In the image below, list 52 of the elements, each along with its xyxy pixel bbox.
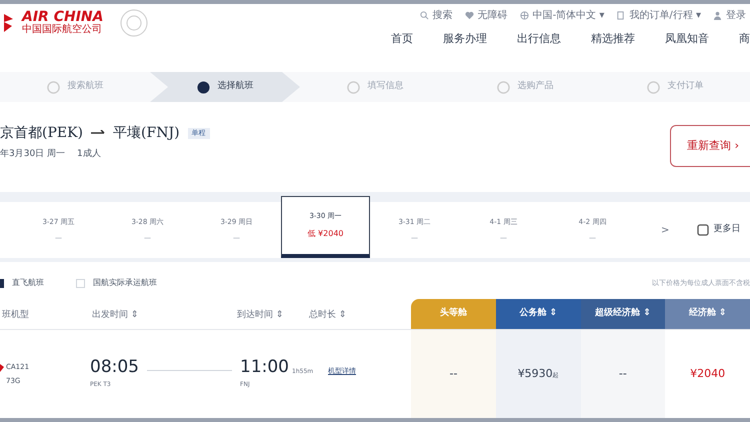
alliance-emblem-icon (119, 8, 150, 38)
fare-price[interactable]: -- (449, 366, 458, 382)
nav-link[interactable]: 精选推荐 (591, 31, 635, 48)
column-header[interactable]: 总时长 ⇕ (307, 309, 397, 323)
step-label: 支付订单 (600, 72, 750, 102)
check-circle-icon (46, 80, 60, 94)
nav-link[interactable]: 出行信息 (517, 31, 561, 48)
column-header[interactable]: 到达时间 ⇕ (235, 309, 307, 323)
search-icon (420, 11, 429, 20)
cabin-header[interactable]: 经济舱 ⇕ (665, 299, 750, 329)
document-icon (616, 11, 626, 20)
utility-link[interactable]: 我的订单/行程 ▾ (616, 8, 701, 23)
fare-price[interactable]: -- (618, 366, 627, 382)
logo-text: AIR CHINA (22, 10, 104, 24)
utility-link[interactable]: 搜索 (420, 8, 453, 23)
globe-icon (520, 11, 529, 20)
cabin-header[interactable]: 超级经济舱 ⇕ (580, 299, 666, 329)
nav-link[interactable]: 服务办理 (443, 31, 487, 48)
check-circle-icon (646, 80, 660, 94)
departure-time: 08:05 (90, 359, 139, 376)
check-circle-icon (496, 80, 510, 94)
step-label: 选购产品 (450, 72, 600, 102)
heart-icon (464, 11, 474, 20)
airline-logo-icon (0, 364, 4, 372)
logo-chinese-text: 中国国际航空公司 (22, 24, 103, 36)
date-text: 年3月30日 周一 (0, 148, 66, 161)
nav-link[interactable]: 凤凰知音 (665, 31, 709, 48)
requery-button[interactable]: 重新查询 › (670, 124, 750, 168)
fare-price[interactable]: ¥2040 (690, 366, 726, 382)
destination-text: 平壤(FNJ) (113, 124, 180, 143)
cabin-header[interactable]: 公务舱 ⇕ (496, 299, 581, 329)
check-circle-icon (346, 80, 360, 94)
filter-label: 国航实际承运航班 (93, 277, 157, 289)
next-dates-arrow[interactable]: > (661, 222, 670, 238)
utility-link[interactable]: 登录 (713, 8, 746, 23)
utility-link[interactable]: 中国-简体中文 ▾ (520, 8, 604, 23)
user-icon (713, 11, 722, 20)
arrival-time: 11:00 (240, 359, 290, 376)
phoenix-logo-icon (4, 12, 14, 34)
more-dates-link[interactable]: 更多日 (713, 223, 740, 237)
step-label: 填写信息 (300, 72, 450, 102)
step-label: 搜索航班 (0, 72, 150, 102)
nav-link[interactable]: 商 (739, 31, 750, 48)
column-header: 班机型 (1, 309, 30, 322)
utility-link[interactable]: 无障碍 (464, 8, 508, 23)
origin-text: 京首都(PEK) (0, 124, 84, 143)
column-header[interactable]: 出发时间 ⇕ (90, 309, 235, 323)
nav-link[interactable]: 首页 (391, 31, 413, 48)
calendar-icon (697, 224, 710, 236)
passenger-text: 1成人 (77, 148, 101, 161)
filter-label: 直飞航班 (12, 277, 44, 289)
arrow-icon (91, 130, 106, 136)
